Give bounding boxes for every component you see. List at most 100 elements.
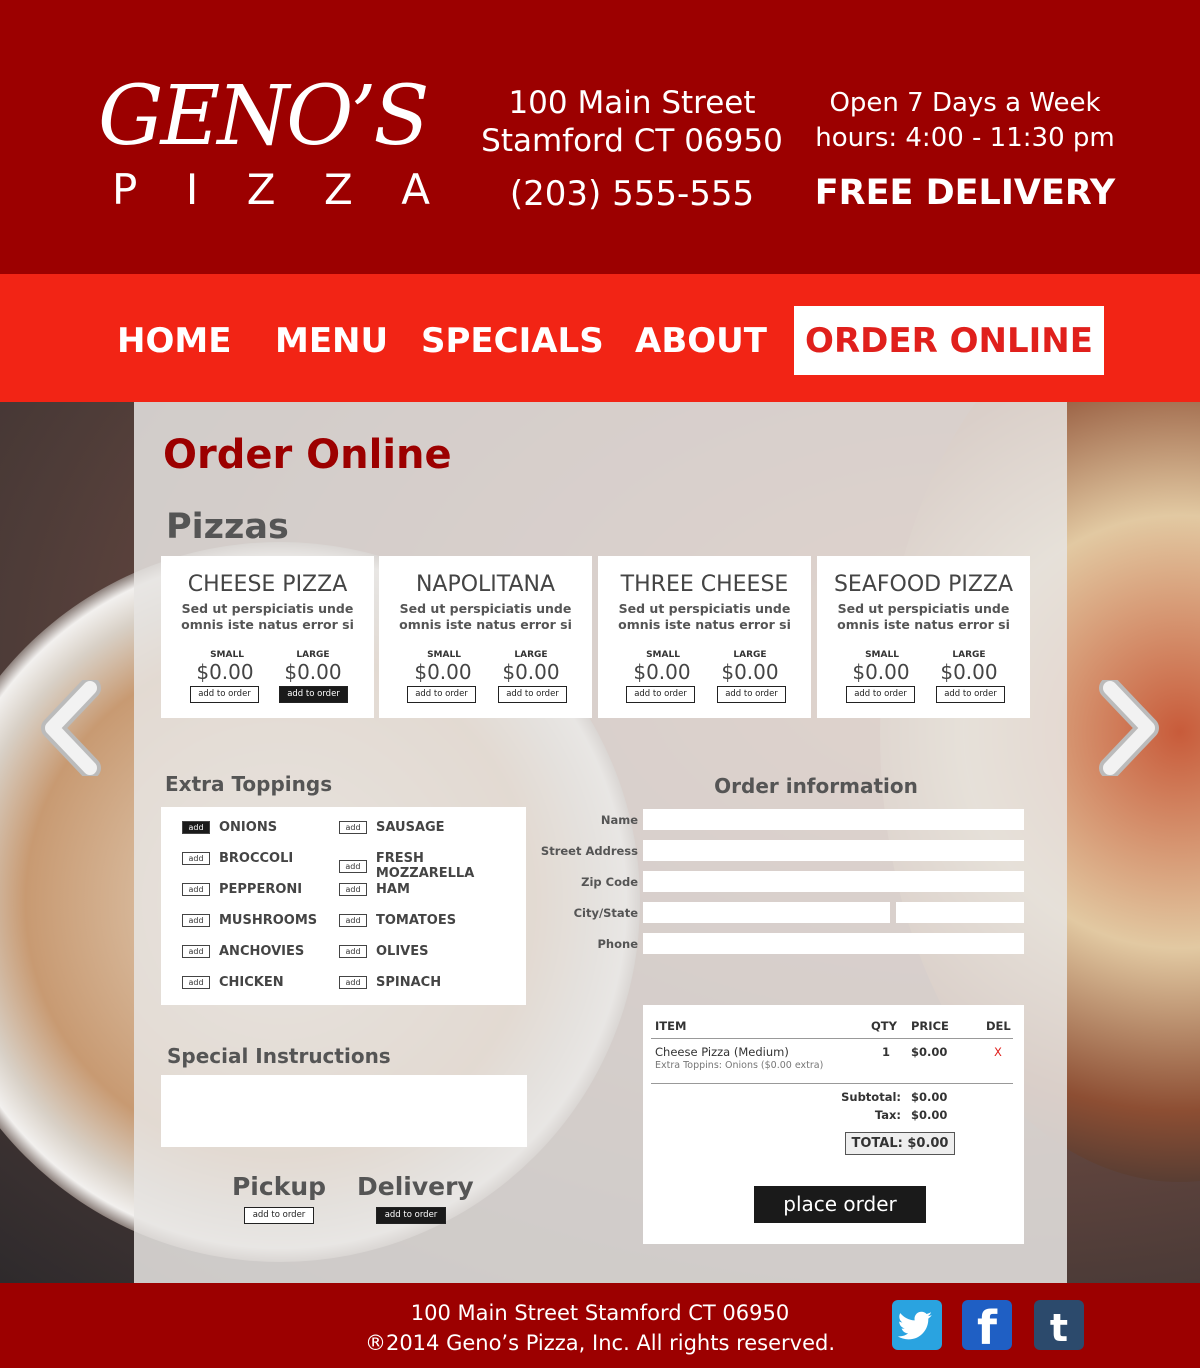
add-small-button[interactable]: add to order (407, 686, 476, 703)
name-field[interactable] (643, 809, 1024, 830)
topping-label: HAM (376, 882, 410, 897)
small-price: $0.00 (196, 660, 254, 684)
size-small-label: SMALL (427, 650, 461, 660)
size-large-label: LARGE (733, 650, 767, 660)
tax-value: $0.00 (911, 1108, 948, 1122)
pizza-card-three-cheese: THREE CHEESE Sed ut perspiciatis unde omn… (598, 556, 811, 718)
twitter-icon[interactable] (892, 1300, 942, 1350)
add-small-button[interactable]: add to order (190, 686, 259, 703)
topping-label: BROCCOLI (219, 851, 294, 866)
topping-pepperoni[interactable]: add PEPPERONI (182, 882, 302, 897)
topping-chicken[interactable]: add CHICKEN (182, 975, 284, 990)
add-large-button[interactable]: add to order (498, 686, 567, 703)
nav-menu[interactable]: MENU (275, 320, 388, 362)
pizza-description: Sed ut perspiciatis unde omnis iste natus… (399, 601, 572, 632)
place-order-button[interactable]: place order (754, 1186, 926, 1223)
next-arrow-icon[interactable] (1098, 677, 1162, 779)
logo-pizza-letters: P I Z Z A (112, 168, 430, 212)
pickup-option: Pickup add to order (230, 1172, 328, 1224)
pickup-add-button[interactable]: add to order (244, 1207, 314, 1224)
prev-arrow-icon[interactable] (38, 677, 102, 779)
zip-label: Zip Code (581, 875, 638, 889)
tumblr-icon[interactable]: t (1034, 1300, 1084, 1350)
add-topping-button[interactable]: add (339, 821, 367, 834)
add-topping-button[interactable]: add (339, 883, 367, 896)
state-field[interactable] (896, 902, 1024, 923)
add-topping-button[interactable]: add (182, 821, 210, 834)
topping-anchovies[interactable]: add ANCHOVIES (182, 944, 304, 959)
small-price: $0.00 (414, 660, 472, 684)
nav-specials[interactable]: SPECIALS (421, 320, 604, 362)
col-del: DEL (986, 1019, 1011, 1033)
add-large-button[interactable]: add to order (936, 686, 1005, 703)
facebook-icon[interactable]: f (962, 1300, 1012, 1355)
special-instructions-input[interactable] (161, 1075, 527, 1147)
size-small-label: SMALL (865, 650, 899, 660)
add-topping-button[interactable]: add (182, 945, 210, 958)
large-price: $0.00 (284, 660, 342, 684)
address-line2: Stamford CT 06950 (481, 123, 783, 159)
add-small-button[interactable]: add to order (846, 686, 915, 703)
add-topping-button[interactable]: add (182, 883, 210, 896)
street-address-field[interactable] (643, 840, 1024, 861)
topping-label: ANCHOVIES (219, 944, 305, 959)
delivery-add-button[interactable]: add to order (376, 1207, 446, 1224)
pizza-description: Sed ut perspiciatis unde omnis iste natus… (618, 601, 791, 632)
topping-broccoli[interactable]: add BROCCOLI (182, 851, 293, 866)
topping-fresh-mozzarella[interactable]: add FRESH MOZZARELLA (339, 851, 526, 881)
chevron-right-icon (1099, 677, 1159, 779)
add-large-button[interactable]: add to order (279, 686, 348, 703)
small-price: $0.00 (633, 660, 691, 684)
open-days: Open 7 Days a Week (829, 88, 1101, 118)
add-topping-button[interactable]: add (182, 914, 210, 927)
pizzas-heading: Pizzas (166, 507, 289, 547)
city-field[interactable] (643, 902, 890, 923)
pizza-name: NAPOLITANA (415, 572, 556, 597)
topping-olives[interactable]: add OLIVES (339, 944, 428, 959)
add-topping-button[interactable]: add (339, 859, 367, 873)
item-extra: Extra Toppins: Onions ($0.00 extra) (655, 1060, 824, 1071)
pizza-description: Sed ut perspiciatis unde omnis iste natus… (181, 601, 354, 632)
phone-label: Phone (597, 937, 638, 951)
add-topping-button[interactable]: add (182, 976, 210, 989)
footer-copyright: ®2014 Geno’s Pizza, Inc. All rights rese… (364, 1331, 836, 1355)
add-topping-button[interactable]: add (339, 914, 367, 927)
toppings-list: add ONIONS add BROCCOLI add PEPPERONI add MU… (161, 807, 526, 1005)
site-footer: 100 Main Street Stamford CT 06950 ®2014 … (0, 1283, 1200, 1368)
add-topping-button[interactable]: add (339, 976, 367, 989)
topping-onions[interactable]: add ONIONS (182, 820, 277, 835)
topping-label: ONIONS (219, 820, 278, 835)
topping-sausage[interactable]: add SAUSAGE (339, 820, 445, 835)
col-price: PRICE (911, 1019, 949, 1033)
size-large-label: LARGE (514, 650, 548, 660)
nav-about[interactable]: ABOUT (635, 320, 767, 362)
logo-wordmark[interactable]: GENO’S (98, 72, 430, 162)
topping-label: SPINACH (376, 975, 442, 990)
add-small-button[interactable]: add to order (626, 686, 695, 703)
topping-mushrooms[interactable]: add MUSHROOMS (182, 913, 317, 928)
large-price: $0.00 (721, 660, 779, 684)
topping-label: SAUSAGE (376, 820, 445, 835)
topping-label: CHICKEN (219, 975, 284, 990)
size-small-label: SMALL (646, 650, 680, 660)
summary-divider (651, 1083, 1013, 1084)
delete-item-button[interactable]: X (994, 1045, 1002, 1059)
nav-home[interactable]: HOME (117, 320, 231, 362)
topping-spinach[interactable]: add SPINACH (339, 975, 441, 990)
pizza-name: THREE CHEESE (620, 572, 789, 597)
pizza-name: SEAFOOD PIZZA (833, 572, 1014, 597)
add-topping-button[interactable]: add (339, 945, 367, 958)
topping-tomatoes[interactable]: add TOMATOES (339, 913, 456, 928)
footer-address: 100 Main Street Stamford CT 06950 (410, 1301, 790, 1325)
nav-order-online[interactable]: ORDER ONLINE (794, 306, 1104, 375)
add-large-button[interactable]: add to order (717, 686, 786, 703)
logo-letter: Z (323, 165, 353, 214)
name-label: Name (600, 813, 638, 827)
street-label: Street Address (540, 844, 638, 858)
add-topping-button[interactable]: add (182, 852, 210, 865)
zip-code-field[interactable] (643, 871, 1024, 892)
topping-ham[interactable]: add HAM (339, 882, 410, 897)
phone-field[interactable] (643, 933, 1024, 954)
toppings-heading: Extra Toppings (165, 772, 333, 796)
instructions-heading: Special Instructions (167, 1044, 391, 1068)
